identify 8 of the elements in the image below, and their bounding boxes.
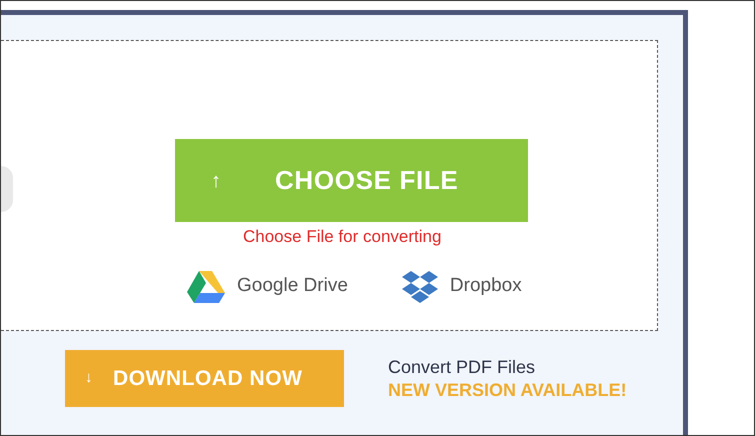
drive-icon [187,270,225,302]
drive-link[interactable]: Google Drive [187,270,348,302]
dropbox-icon [402,270,438,302]
new-version-text: NEW VERSION AVAILABLE! [388,378,627,402]
convert-title: Convert PDF Files [388,356,536,378]
side-handle [1,166,13,212]
hint-text: Choose File for converting [243,226,442,248]
dropbox-link[interactable]: Dropbox [402,270,522,302]
